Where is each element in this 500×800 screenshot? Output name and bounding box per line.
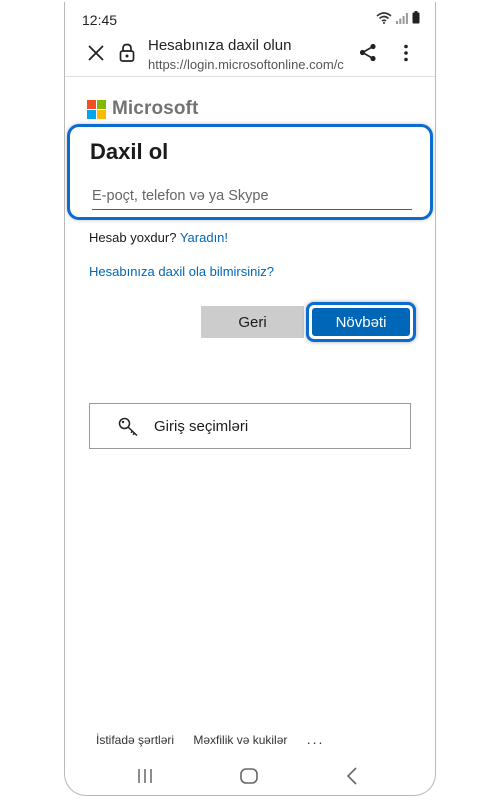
status-icons: [376, 11, 420, 24]
terms-link[interactable]: İstifadə şərtləri: [96, 733, 174, 747]
microsoft-logo: Microsoft: [87, 98, 198, 120]
signal-icon: [396, 12, 408, 24]
next-button[interactable]: Növbəti: [312, 308, 410, 336]
signin-options-button[interactable]: Giriş seçimləri: [89, 403, 411, 449]
url-text[interactable]: https://login.microsoftonline.com/c: [148, 57, 346, 72]
cant-access-row: Hesabınıza daxil ola bilmirsiniz?: [89, 264, 274, 279]
browser-toolbar: Hesabınıza daxil olun https://login.micr…: [65, 32, 435, 76]
privacy-link[interactable]: Məxfilik və kukilər: [193, 733, 287, 747]
battery-icon: [412, 11, 420, 24]
recent-apps-icon[interactable]: [137, 768, 153, 784]
email-input[interactable]: [92, 183, 412, 210]
key-icon: [118, 417, 138, 437]
status-time: 12:45: [82, 12, 118, 28]
wifi-icon: [376, 11, 392, 24]
more-options-icon[interactable]: [403, 44, 409, 62]
back-nav-icon[interactable]: [346, 767, 358, 785]
no-account-text: Hesab yoxdur? Yaradın!: [89, 230, 228, 245]
page-title: Hesabınıza daxil olun: [148, 37, 292, 54]
signin-card: Daxil ol: [67, 124, 433, 220]
signin-heading: Daxil ol: [90, 139, 169, 164]
footer: İstifadə şərtləri Məxfilik və kukilər ..…: [96, 731, 340, 747]
cant-access-link[interactable]: Hesabınıza daxil ola bilmirsiniz?: [89, 264, 274, 279]
microsoft-wordmark: Microsoft: [112, 98, 199, 119]
microsoft-logo-icon: [87, 99, 106, 119]
status-bar: 12:45: [65, 2, 435, 32]
share-icon[interactable]: [359, 43, 377, 62]
no-account-label: Hesab yoxdur?: [89, 230, 177, 245]
signin-options-label: Giriş seçimləri: [154, 418, 249, 435]
toolbar-divider: [65, 76, 435, 77]
footer-more-button[interactable]: ...: [307, 731, 325, 747]
home-icon[interactable]: [240, 768, 258, 784]
create-account-link[interactable]: Yaradın!: [180, 230, 228, 245]
phone-screen: 12:45 Hesabınıza daxil olun https://logi…: [64, 2, 436, 796]
back-button[interactable]: Geri: [201, 306, 304, 338]
lock-icon[interactable]: [119, 43, 135, 62]
android-nav-bar: [65, 758, 435, 792]
close-icon[interactable]: [87, 44, 105, 62]
next-button-highlight: Növbəti: [306, 302, 416, 342]
